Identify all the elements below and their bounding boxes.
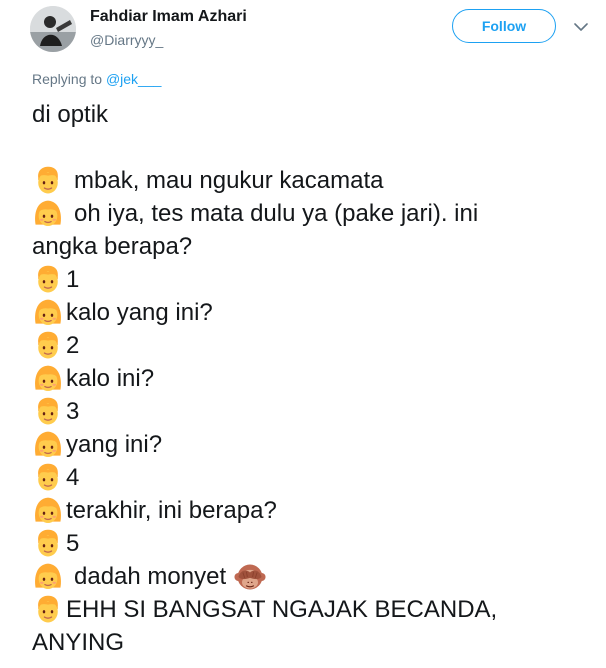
boy-icon <box>32 264 64 296</box>
tweet-line-text: oh iya, tes mata dulu ya (pake jari). in… <box>74 200 479 227</box>
girl-icon <box>32 363 64 395</box>
tweet-line: ANYING <box>32 626 592 659</box>
tweet-line: yang ini? <box>32 428 592 461</box>
tweet-line-text: 5 <box>66 530 80 557</box>
tweet-line-text: 3 <box>66 398 80 425</box>
girl-icon <box>32 495 64 527</box>
tweet-line-text: kalo ini? <box>66 365 155 392</box>
boy-icon <box>32 462 64 494</box>
tweet-line: 2 <box>32 329 592 362</box>
tweet-line-text: EHH SI BANGSAT NGAJAK BECANDA, <box>66 596 498 623</box>
avatar[interactable] <box>30 6 76 52</box>
girl-icon <box>32 429 64 461</box>
boy-icon <box>32 396 64 428</box>
tweet-line: dadah monyet <box>32 560 592 593</box>
tweet-line: terakhir, ini berapa? <box>32 494 592 527</box>
tweet-line: 3 <box>32 395 592 428</box>
tweet-line: di optik <box>32 98 592 131</box>
tweet-line: EHH SI BANGSAT NGAJAK BECANDA, <box>32 593 592 626</box>
tweet-line: oh iya, tes mata dulu ya (pake jari). in… <box>32 197 592 230</box>
follow-button[interactable]: Follow <box>452 9 556 43</box>
tweet-line: kalo yang ini? <box>32 296 592 329</box>
tweet-text: di optik mbak, mau ngukur kacamata oh iy… <box>32 98 592 659</box>
boy-icon <box>32 165 64 197</box>
tweet-line-text: mbak, mau ngukur kacamata <box>74 167 384 194</box>
boy-icon <box>32 330 64 362</box>
tweet-line-text: 2 <box>66 332 80 359</box>
replying-prefix: Replying to <box>32 71 106 87</box>
reply-mention-link[interactable]: @jek___ <box>106 71 161 87</box>
tweet-line-text: di optik <box>32 101 109 128</box>
boy-icon <box>32 528 64 560</box>
tweet-line-text: angka berapa? <box>32 233 193 260</box>
tweet-line-text: yang ini? <box>66 431 163 458</box>
tweet-line-text: terakhir, ini berapa? <box>66 497 277 524</box>
replying-to: Replying to @jek___ <box>32 71 161 87</box>
tweet-line-text: 1 <box>66 266 80 293</box>
display-name[interactable]: Fahdiar Imam Azhari <box>90 8 247 26</box>
chevron-down-icon[interactable] <box>572 18 590 36</box>
tweet-line-text: dadah monyet <box>74 563 227 590</box>
tweet-line-text: ANYING <box>32 629 125 656</box>
girl-icon <box>32 297 64 329</box>
tweet-line: 1 <box>32 263 592 296</box>
girl-icon <box>32 561 64 593</box>
tweet-line: 4 <box>32 461 592 494</box>
tweet-header: Fahdiar Imam Azhari @Diarryyy_ Follow <box>0 0 606 60</box>
tweet-line-text: 4 <box>66 464 80 491</box>
tweet-line: 5 <box>32 527 592 560</box>
tweet-line: kalo ini? <box>32 362 592 395</box>
user-handle[interactable]: @Diarryyy_ <box>90 32 163 48</box>
tweet-line: angka berapa? <box>32 230 592 263</box>
boy-icon <box>32 594 64 626</box>
tweet-line: mbak, mau ngukur kacamata <box>32 164 592 197</box>
tweet-line-text: kalo yang ini? <box>66 299 213 326</box>
see-no-evil-monkey-icon <box>234 561 266 593</box>
girl-icon <box>32 198 64 230</box>
